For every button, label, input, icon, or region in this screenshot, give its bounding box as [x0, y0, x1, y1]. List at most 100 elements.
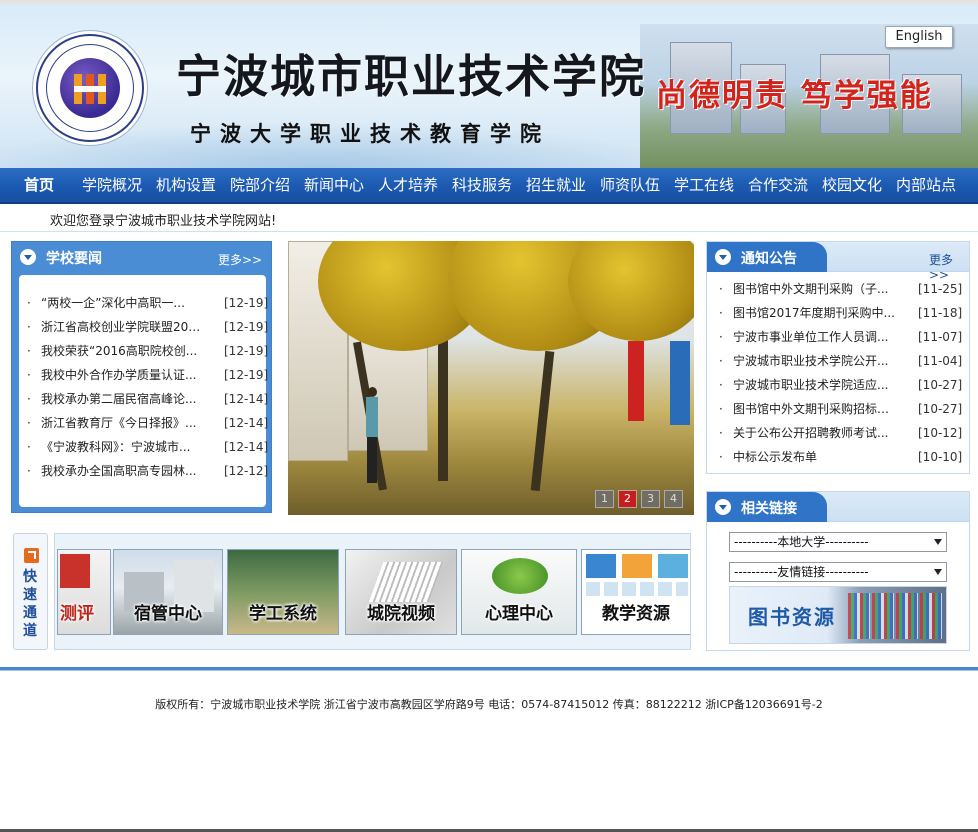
chevron-down-icon [20, 249, 36, 265]
news-link[interactable]: 我校中外合作办学质量认证... [41, 363, 206, 387]
footer-divider [0, 667, 978, 671]
bullet-icon: · [27, 440, 31, 454]
news-date: [12-19] [224, 320, 269, 334]
notice-header: 通知公告 更多>> [707, 242, 969, 282]
notice-link[interactable]: 宁波市事业单位工作人员调... [733, 325, 896, 349]
header-banner: 宁波城市职业技术学院 宁波大学职业技术教育学院 尚德明责 笃学强能 Englis… [0, 0, 978, 168]
school-subname: 宁波大学职业技术教育学院 [190, 121, 550, 146]
news-link[interactable]: 浙江省高校创业学院联盟201... [41, 315, 206, 339]
list-item: · 图书馆中外文期刊采购招标公告 [10-27] [719, 397, 965, 421]
nav-item-internal[interactable]: 内部站点 [896, 168, 956, 202]
school-news-title: 学校要闻 [46, 251, 102, 267]
nav-item-admissions[interactable]: 招生就业 [526, 168, 586, 202]
notice-date: [10-27] [918, 378, 963, 392]
news-date: [12-19] [224, 296, 269, 310]
bullet-icon: · [27, 368, 31, 382]
list-item: · 图书馆中外文期刊采购（子... [11-25] [719, 277, 965, 301]
campus-slideshow[interactable]: 1 2 3 4 [288, 241, 694, 515]
nav-item-home[interactable]: 首页 [24, 168, 54, 202]
slide-page-button[interactable]: 1 [595, 490, 614, 508]
notice-date: [10-10] [918, 450, 963, 464]
nav-item-departments[interactable]: 院部介绍 [230, 168, 290, 202]
bullet-icon: · [719, 378, 723, 392]
school-logo[interactable] [36, 34, 144, 142]
school-news-header: 学校要闻 更多>> [12, 242, 271, 272]
notice-link[interactable]: 中标公示发布单 [733, 445, 896, 469]
nav-item-education[interactable]: 人才培养 [378, 168, 438, 202]
notice-link[interactable]: 关于公布公开招聘教师考试... [733, 421, 896, 445]
news-link[interactable]: 我校承办第二届民宿高峰论... [41, 387, 206, 411]
quick-link-campus-video[interactable]: 城院视频 [345, 549, 457, 635]
quick-link-dorm-center[interactable]: 宿管中心 [113, 549, 223, 635]
list-item: · “两校一企”深化中高职一... [12-19] [27, 291, 268, 315]
quick-link-label: 宿管中心 [134, 604, 202, 624]
nav-item-overview[interactable]: 学院概况 [82, 168, 142, 202]
quick-access-title: 快速通道 [23, 569, 37, 639]
quick-link-student-affairs[interactable]: 学工系统 [227, 549, 339, 635]
nav-item-student-affairs[interactable]: 学工在线 [674, 168, 734, 202]
welcome-bar: 欢迎您登录宁波城市职业技术学院网站! [0, 204, 978, 232]
english-button[interactable]: English [885, 26, 953, 48]
notice-date: [11-18] [918, 306, 963, 320]
notice-date: [11-04] [918, 354, 963, 368]
quick-link-teaching-resources[interactable]: 教学资源 [581, 549, 690, 635]
quick-link-label: 教学资源 [602, 604, 670, 624]
friend-links-select[interactable]: ----------友情链接---------- [729, 562, 947, 582]
news-link[interactable]: “两校一企”深化中高职一... [41, 291, 206, 315]
nav-item-research[interactable]: 科技服务 [452, 168, 512, 202]
notice-link[interactable]: 图书馆中外文期刊采购招标公告 [733, 397, 896, 421]
school-news-panel: 学校要闻 更多>> · “两校一企”深化中高职一... [12-19] · 浙江省高校… [11, 241, 272, 513]
list-item: · 我校荣获“2016高职院校创... [12-19] [27, 339, 268, 363]
notice-link[interactable]: 宁波城市职业技术学院适应... [733, 373, 896, 397]
notice-link[interactable]: 宁波城市职业技术学院公开... [733, 349, 896, 373]
nav-item-campus-culture[interactable]: 校园文化 [822, 168, 882, 202]
list-item: · 宁波城市职业技术学院适应... [10-27] [719, 373, 965, 397]
list-item: · 宁波城市职业技术学院公开... [11-04] [719, 349, 965, 373]
news-date: [12-14] [224, 440, 269, 454]
quick-link-label: 心理中心 [485, 604, 553, 624]
news-date: [12-14] [224, 416, 269, 430]
notice-date: [11-25] [918, 282, 963, 296]
tree-trunk [530, 350, 555, 492]
banner-flag [670, 341, 690, 425]
slide-page-button[interactable]: 2 [618, 490, 637, 508]
notice-title: 通知公告 [741, 251, 797, 267]
bullet-icon: · [27, 344, 31, 358]
quick-access-label: 快速通道 [13, 533, 48, 650]
bullet-icon: · [719, 450, 723, 464]
news-link[interactable]: 浙江省教育厅《今日择报》... [41, 411, 206, 435]
list-item: · 《宁波教科网》：宁波城市... [12-14] [27, 435, 268, 459]
slide-page-button[interactable]: 3 [641, 490, 660, 508]
quick-link-label: 测评 [60, 604, 94, 624]
quick-link-label: 学工系统 [249, 604, 317, 624]
nav-item-cooperation[interactable]: 合作交流 [748, 168, 808, 202]
notice-date: [10-12] [918, 426, 963, 440]
nav-item-organization[interactable]: 机构设置 [156, 168, 216, 202]
related-links-header: 相关链接 [707, 492, 969, 522]
nav-item-news[interactable]: 新闻中心 [304, 168, 364, 202]
tree-trunk [438, 331, 448, 481]
nav-item-faculty[interactable]: 师资队伍 [600, 168, 660, 202]
news-date: [12-19] [224, 344, 269, 358]
school-news-list: · “两校一企”深化中高职一... [12-19] · 浙江省高校创业学院联盟201.… [27, 291, 268, 483]
bullet-icon: · [719, 354, 723, 368]
news-link[interactable]: 《宁波教科网》：宁波城市... [41, 435, 206, 459]
quick-link-counseling-center[interactable]: 心理中心 [461, 549, 577, 635]
related-links-panel: 相关链接 ----------本地大学---------- ----------… [706, 491, 970, 651]
library-resources-label: 图书资源 [748, 605, 836, 629]
school-news-more-link[interactable]: 更多>> [218, 251, 262, 268]
student-figure [364, 387, 380, 487]
library-resources-link[interactable]: 图书资源 [729, 586, 947, 644]
news-link[interactable]: 我校承办全国高职高专园林... [41, 459, 206, 483]
bullet-icon: · [719, 282, 723, 296]
news-date: [12-14] [224, 392, 269, 406]
notice-link[interactable]: 图书馆中外文期刊采购（子... [733, 277, 896, 301]
notice-date: [10-27] [918, 402, 963, 416]
news-link[interactable]: 我校荣获“2016高职院校创... [41, 339, 206, 363]
slide-page-button[interactable]: 4 [664, 490, 683, 508]
notice-list: · 图书馆中外文期刊采购（子... [11-25] · 图书馆2017年度期刊采购中.… [719, 277, 965, 469]
notice-link[interactable]: 图书馆2017年度期刊采购中... [733, 301, 896, 325]
quick-link-assessment[interactable]: 测评 [57, 549, 111, 635]
local-university-select[interactable]: ----------本地大学---------- [729, 532, 947, 552]
news-date: [12-12] [224, 464, 269, 478]
